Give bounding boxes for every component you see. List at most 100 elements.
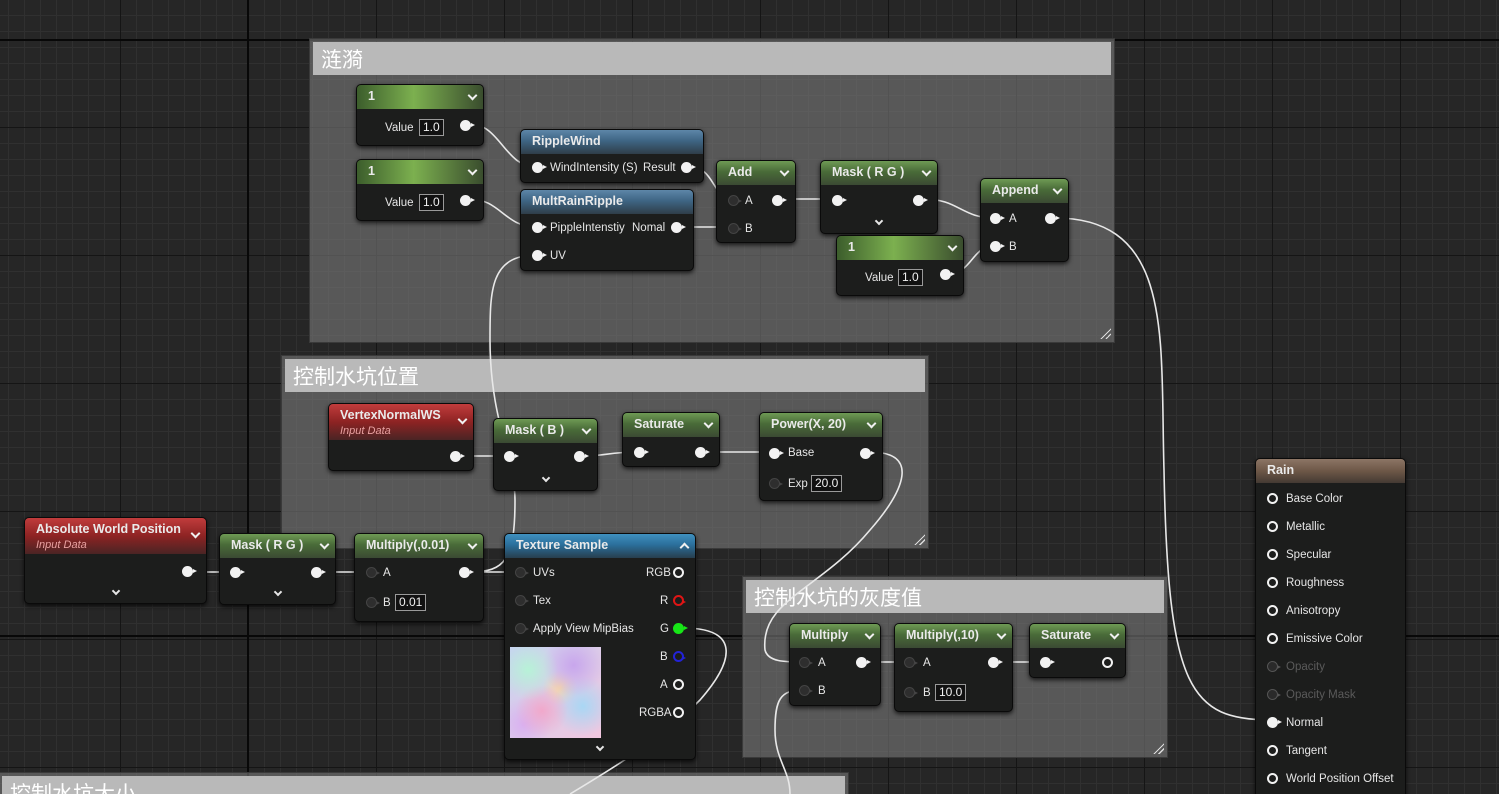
node-header[interactable]: Multiply(,10) [895, 624, 1012, 648]
output-pin[interactable] [671, 222, 686, 233]
chevron-down-icon[interactable] [779, 166, 790, 177]
output-pin-b[interactable] [673, 651, 686, 662]
node-header[interactable]: VertexNormalWS Input Data [329, 404, 473, 440]
input-pin-uvs[interactable] [515, 567, 529, 578]
ripplewind-node[interactable]: RippleWind WindIntensity (S) Result [520, 129, 704, 183]
b-value-field[interactable]: 10.0 [935, 684, 967, 701]
output-pin[interactable] [574, 451, 589, 462]
input-pin[interactable] [990, 241, 1005, 252]
input-pin[interactable] [532, 222, 547, 233]
input-pin[interactable] [728, 223, 742, 234]
output-pin[interactable] [460, 120, 475, 131]
node-header[interactable]: 1 [357, 160, 483, 184]
input-pin[interactable] [769, 478, 783, 489]
input-pin[interactable] [532, 250, 547, 261]
material-input-pin[interactable] [1267, 689, 1281, 700]
output-pin[interactable] [460, 195, 475, 206]
output-pin[interactable] [988, 657, 1003, 668]
chevron-down-icon[interactable] [864, 629, 875, 640]
output-pin-g[interactable] [673, 623, 688, 634]
output-pin[interactable] [311, 567, 326, 578]
chevron-up-icon[interactable] [679, 542, 690, 553]
material-input-pin[interactable] [1267, 493, 1278, 504]
material-input-pin[interactable] [1267, 745, 1278, 756]
input-pin[interactable] [904, 687, 918, 698]
input-pin[interactable] [769, 448, 784, 459]
multiply-001-node[interactable]: Multiply(,0.01) A B 0.01 [354, 533, 484, 622]
output-pin[interactable] [1102, 657, 1113, 668]
chevron-down-icon[interactable] [1109, 629, 1120, 640]
material-input-pin[interactable] [1267, 717, 1282, 728]
chevron-down-icon[interactable] [947, 241, 958, 252]
chevron-down-icon[interactable] [190, 528, 201, 539]
chevron-down-icon[interactable] [996, 629, 1007, 640]
exp-value-field[interactable]: 20.0 [811, 475, 843, 492]
chevron-down-icon[interactable] [703, 418, 714, 429]
chevron-down-icon[interactable] [457, 414, 468, 425]
input-pin-tex[interactable] [515, 595, 529, 606]
output-pin[interactable] [940, 269, 955, 280]
node-header[interactable]: Multiply(,0.01) [355, 534, 483, 558]
chevron-down-icon[interactable] [467, 165, 478, 176]
chevron-down-icon[interactable] [921, 166, 932, 177]
chevron-down-icon[interactable] [595, 742, 605, 752]
mask-rg-node-top[interactable]: Mask ( R G ) [820, 160, 938, 234]
node-header[interactable]: Append [981, 179, 1068, 203]
chevron-down-icon[interactable] [467, 90, 478, 101]
node-header[interactable]: 1 [837, 236, 963, 260]
node-header[interactable]: Add [717, 161, 795, 185]
mask-rg-node-bottom[interactable]: Mask ( R G ) [219, 533, 336, 605]
output-pin[interactable] [860, 448, 875, 459]
node-header[interactable]: RippleWind [521, 130, 703, 154]
node-header[interactable]: MultRainRipple [521, 190, 693, 214]
output-pin-rgba[interactable] [673, 707, 684, 718]
material-input-pin[interactable] [1267, 521, 1278, 532]
value-field[interactable]: 1.0 [898, 269, 923, 286]
output-pin[interactable] [913, 195, 928, 206]
node-header[interactable]: Mask ( B ) [494, 419, 597, 443]
input-pin[interactable] [366, 567, 380, 578]
value-field[interactable]: 1.0 [419, 194, 444, 211]
material-output-node-rain[interactable]: Rain Base Color Metallic Specular Roughness… [1255, 458, 1406, 794]
node-header[interactable]: Power(X, 20) [760, 413, 882, 437]
node-header[interactable]: 1 [357, 85, 483, 109]
input-pin-mipbias[interactable] [515, 623, 529, 634]
chevron-down-icon[interactable] [467, 539, 478, 550]
output-pin[interactable] [450, 451, 465, 462]
absolute-world-position-node[interactable]: Absolute World Position Input Data [24, 517, 207, 604]
output-pin[interactable] [695, 447, 710, 458]
input-pin[interactable] [1040, 657, 1055, 668]
saturate-node-1[interactable]: Saturate [622, 412, 720, 467]
input-pin[interactable] [799, 657, 813, 668]
output-pin[interactable] [1045, 213, 1060, 224]
node-header[interactable]: Mask ( R G ) [821, 161, 937, 185]
output-pin[interactable] [182, 566, 197, 577]
input-pin[interactable] [532, 162, 547, 173]
material-input-pin[interactable] [1267, 577, 1278, 588]
power-node[interactable]: Power(X, 20) Base Exp 20.0 [759, 412, 883, 501]
chevron-down-icon[interactable] [874, 216, 884, 226]
input-pin[interactable] [634, 447, 649, 458]
chevron-down-icon[interactable] [866, 418, 877, 429]
node-header[interactable]: Mask ( R G ) [220, 534, 335, 558]
saturate-node-2[interactable]: Saturate [1029, 623, 1126, 678]
input-pin[interactable] [990, 213, 1005, 224]
constant-node-1[interactable]: 1 Value 1.0 [356, 84, 484, 146]
input-pin[interactable] [799, 685, 813, 696]
input-pin[interactable] [832, 195, 847, 206]
append-node[interactable]: Append A B [980, 178, 1069, 262]
input-pin[interactable] [728, 195, 742, 206]
input-pin[interactable] [904, 657, 918, 668]
output-pin-a[interactable] [673, 679, 684, 690]
node-header[interactable]: Saturate [1030, 624, 1125, 648]
material-input-pin[interactable] [1267, 633, 1278, 644]
output-pin-r[interactable] [673, 595, 686, 606]
chevron-down-icon[interactable] [1052, 184, 1063, 195]
chevron-down-icon[interactable] [581, 424, 592, 435]
multiply-node[interactable]: Multiply A B [789, 623, 881, 706]
material-input-pin[interactable] [1267, 605, 1278, 616]
node-header[interactable]: Texture Sample [505, 534, 695, 558]
vertexnormalws-node[interactable]: VertexNormalWS Input Data [328, 403, 474, 471]
node-header[interactable]: Absolute World Position Input Data [25, 518, 206, 554]
multiply-10-node[interactable]: Multiply(,10) A B 10.0 [894, 623, 1013, 712]
